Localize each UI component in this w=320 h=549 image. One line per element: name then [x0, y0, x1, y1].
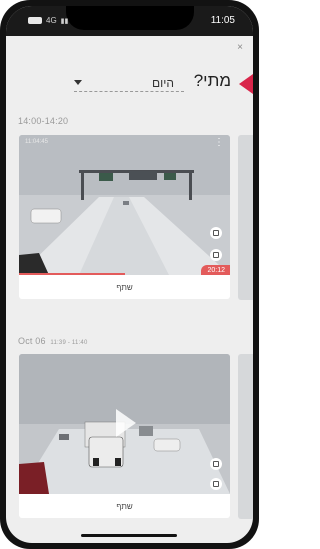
notch [66, 6, 194, 30]
clip-icon[interactable] [210, 249, 222, 261]
video-card[interactable]: 11:04:45 ⋮ 20:12 שתף [19, 135, 230, 299]
snowy-highway-image [19, 135, 230, 275]
close-icon[interactable]: × [237, 42, 243, 53]
section-date-range: 11:39 - 11:40 [50, 340, 88, 346]
playback-progress-bar [19, 273, 125, 275]
video-card[interactable]: שתף [19, 354, 230, 518]
video-timestamp: 11:04:45 [25, 139, 48, 145]
more-vert-icon[interactable]: ⋮ [214, 138, 224, 148]
date-dropdown[interactable]: היום [74, 74, 184, 92]
video-duration: 20:12 [201, 265, 230, 275]
app-screen: 4G ▮▮ 11:05 × מתי? היום 14:00-14:20 11:0… [6, 6, 253, 543]
status-left: 4G ▮▮ [28, 16, 68, 25]
video-thumbnail[interactable]: 11:04:45 ⋮ 20:12 [19, 135, 230, 275]
battery-icon [28, 17, 42, 24]
section-date-text: Oct 06 [18, 336, 46, 346]
play-icon[interactable] [116, 409, 136, 437]
signal-icon: ▮▮ [60, 17, 69, 25]
section-time-range-text: 14:00-14:20 [18, 116, 69, 126]
phone-frame: 4G ▮▮ 11:05 × מתי? היום 14:00-14:20 11:0… [0, 0, 259, 549]
when-label: מתי? [193, 71, 231, 90]
chevron-down-icon [74, 80, 82, 85]
share-button[interactable]: שתף [19, 275, 230, 299]
video-thumbnail[interactable] [19, 354, 230, 494]
section-time-range: 14:00-14:20 [18, 116, 68, 126]
date-header: מתי? היום [6, 61, 253, 106]
grid-icon[interactable] [210, 458, 222, 470]
grid-icon[interactable] [210, 227, 222, 239]
section-date: Oct 06 11:39 - 11:40 [18, 336, 88, 346]
status-time: 11:05 [210, 15, 235, 26]
accent-arrow-icon [239, 74, 253, 94]
share-button[interactable]: שתף [19, 494, 230, 518]
status-bar: 4G ▮▮ 11:05 [6, 6, 253, 36]
next-video-thumbnail[interactable] [238, 135, 253, 300]
network-label: 4G [46, 16, 57, 25]
next-video-thumbnail[interactable] [238, 354, 253, 519]
home-indicator[interactable] [81, 534, 177, 537]
date-dropdown-value: היום [152, 75, 174, 90]
clip-icon[interactable] [210, 478, 222, 490]
